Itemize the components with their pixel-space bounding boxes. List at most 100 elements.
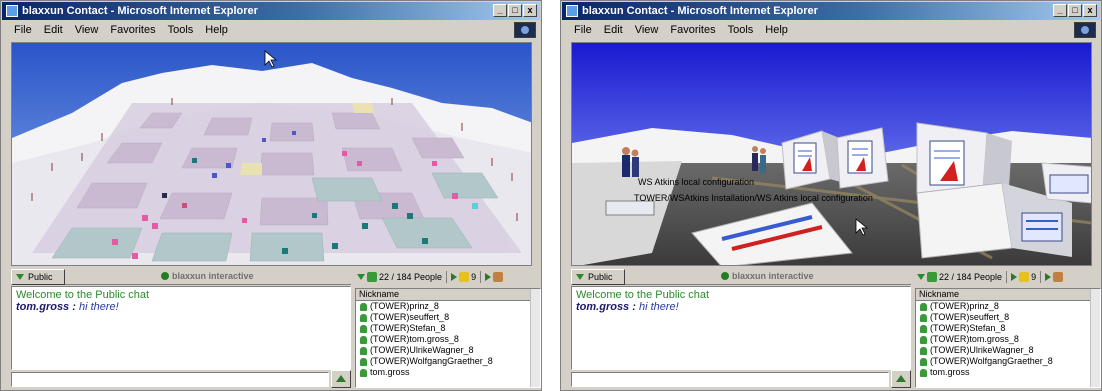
chat-input[interactable]	[571, 372, 889, 387]
menu-edit[interactable]: Edit	[38, 24, 69, 36]
browser-window-right: blaxxun Contact - Microsoft Internet Exp…	[560, 0, 1102, 391]
user-icon	[360, 358, 367, 366]
scene-label: TOWER/WSAtkins Installation/WS Atkins lo…	[634, 193, 873, 203]
page-icon[interactable]	[1019, 272, 1030, 282]
menu-tools[interactable]: Tools	[722, 24, 760, 36]
blaxxun-logo-icon	[721, 272, 729, 280]
user-icon	[920, 347, 927, 355]
brand-text: blaxxun interactive	[732, 271, 814, 281]
list-item[interactable]: (TOWER)tom.gross_8	[916, 334, 1100, 345]
close-button[interactable]: x	[1083, 4, 1097, 17]
list-item[interactable]: tom.gross	[356, 367, 540, 378]
window-title: blaxxun Contact - Microsoft Internet Exp…	[582, 5, 818, 17]
list-item[interactable]: (TOWER)seuffert_8	[916, 312, 1100, 323]
page-count: 9	[471, 272, 477, 282]
triangle-down-icon[interactable]	[917, 274, 925, 280]
tab-public-label: Public	[28, 272, 53, 282]
ie-logo-icon	[1074, 22, 1096, 38]
menu-tools[interactable]: Tools	[162, 24, 200, 36]
list-item[interactable]: (TOWER)prinz_8	[356, 301, 540, 312]
send-button[interactable]	[331, 370, 351, 388]
folder-icon[interactable]	[1053, 272, 1064, 282]
nickname-list[interactable]: Nickname (TOWER)prinz_8 (TOWER)seuffert_…	[355, 288, 541, 388]
nickname-column-header[interactable]: Nickname	[356, 289, 540, 301]
menu-favorites[interactable]: Favorites	[664, 24, 721, 36]
play-icon[interactable]	[485, 273, 492, 281]
folder-icon[interactable]	[493, 272, 504, 282]
play-icon[interactable]	[451, 273, 458, 281]
brand-label: blaxxun interactive	[161, 271, 254, 281]
menu-view[interactable]: View	[629, 24, 665, 36]
list-item[interactable]: (TOWER)Stefan_8	[916, 323, 1100, 334]
menu-file[interactable]: File	[568, 24, 598, 36]
chat-line: tom.gross : hi there!	[576, 301, 906, 313]
list-item[interactable]: (TOWER)Stefan_8	[356, 323, 540, 334]
menu-view[interactable]: View	[69, 24, 105, 36]
list-item[interactable]: (TOWER)UlrikeWagner_8	[916, 345, 1100, 356]
3d-scene-map	[12, 43, 531, 265]
people-toolbar: 22 / 184 People 9	[355, 269, 541, 285]
browser-window-left: blaxxun Contact - Microsoft Internet Exp…	[0, 0, 542, 391]
minimize-button[interactable]: _	[1053, 4, 1067, 17]
menu-bar: File Edit View Favorites Tools Help	[562, 21, 1100, 39]
chat-input[interactable]	[11, 372, 329, 387]
user-icon	[920, 358, 927, 366]
title-bar[interactable]: blaxxun Contact - Microsoft Internet Exp…	[2, 2, 540, 20]
user-icon	[920, 325, 927, 333]
play-icon[interactable]	[1045, 273, 1052, 281]
brand-text: blaxxun interactive	[172, 271, 254, 281]
user-icon	[920, 336, 927, 344]
ie-logo-icon	[514, 22, 536, 38]
toolbar-divider	[480, 271, 482, 283]
toolbar-divider	[1040, 271, 1042, 283]
triangle-down-icon	[576, 274, 584, 280]
toolbar-divider	[1006, 271, 1008, 283]
tab-public[interactable]: Public	[11, 269, 65, 285]
3d-scene-room: WS Atkins local configuration TOWER/WSAt…	[572, 43, 1091, 265]
window-title: blaxxun Contact - Microsoft Internet Exp…	[22, 5, 258, 17]
user-icon	[360, 369, 367, 377]
chat-log[interactable]: Welcome to the Public chat tom.gross : h…	[11, 286, 351, 370]
maximize-button[interactable]: □	[1068, 4, 1082, 17]
list-item[interactable]: (TOWER)seuffert_8	[356, 312, 540, 323]
nickname-column-header[interactable]: Nickname	[916, 289, 1100, 301]
3d-world-view[interactable]: WS Atkins local configuration TOWER/WSAt…	[571, 42, 1092, 266]
3d-world-view[interactable]	[11, 42, 532, 266]
user-icon	[360, 314, 367, 322]
user-icon	[920, 369, 927, 377]
chat-user: tom.gross :	[576, 301, 636, 313]
page-icon[interactable]	[459, 272, 470, 282]
list-item[interactable]: (TOWER)WolfgangGraether_8	[356, 356, 540, 367]
chat-message: hi there!	[78, 301, 119, 313]
play-icon[interactable]	[1011, 273, 1018, 281]
minimize-button[interactable]: _	[493, 4, 507, 17]
menu-file[interactable]: File	[8, 24, 38, 36]
vertical-scrollbar[interactable]	[530, 289, 540, 387]
menu-help[interactable]: Help	[199, 24, 234, 36]
people-count: 22 / 184 People	[379, 272, 443, 282]
page-count: 9	[1031, 272, 1037, 282]
list-item[interactable]: (TOWER)prinz_8	[916, 301, 1100, 312]
tab-public[interactable]: Public	[571, 269, 625, 285]
menu-help[interactable]: Help	[759, 24, 794, 36]
people-icon	[367, 272, 377, 282]
menu-favorites[interactable]: Favorites	[104, 24, 161, 36]
chat-log[interactable]: Welcome to the Public chat tom.gross : h…	[571, 286, 911, 370]
triangle-down-icon[interactable]	[357, 274, 365, 280]
toolbar-divider	[446, 271, 448, 283]
nickname-list[interactable]: Nickname (TOWER)prinz_8 (TOWER)seuffert_…	[915, 288, 1101, 388]
user-icon	[360, 336, 367, 344]
vertical-scrollbar[interactable]	[1090, 289, 1100, 387]
ie-window-icon	[6, 5, 18, 17]
list-item[interactable]: (TOWER)UlrikeWagner_8	[356, 345, 540, 356]
send-button[interactable]	[891, 370, 911, 388]
title-bar[interactable]: blaxxun Contact - Microsoft Internet Exp…	[562, 2, 1100, 20]
list-item[interactable]: tom.gross	[916, 367, 1100, 378]
list-item[interactable]: (TOWER)WolfgangGraether_8	[916, 356, 1100, 367]
menu-edit[interactable]: Edit	[598, 24, 629, 36]
close-button[interactable]: x	[523, 4, 537, 17]
user-icon	[360, 325, 367, 333]
scene-label: WS Atkins local configuration	[638, 177, 754, 187]
list-item[interactable]: (TOWER)tom.gross_8	[356, 334, 540, 345]
maximize-button[interactable]: □	[508, 4, 522, 17]
